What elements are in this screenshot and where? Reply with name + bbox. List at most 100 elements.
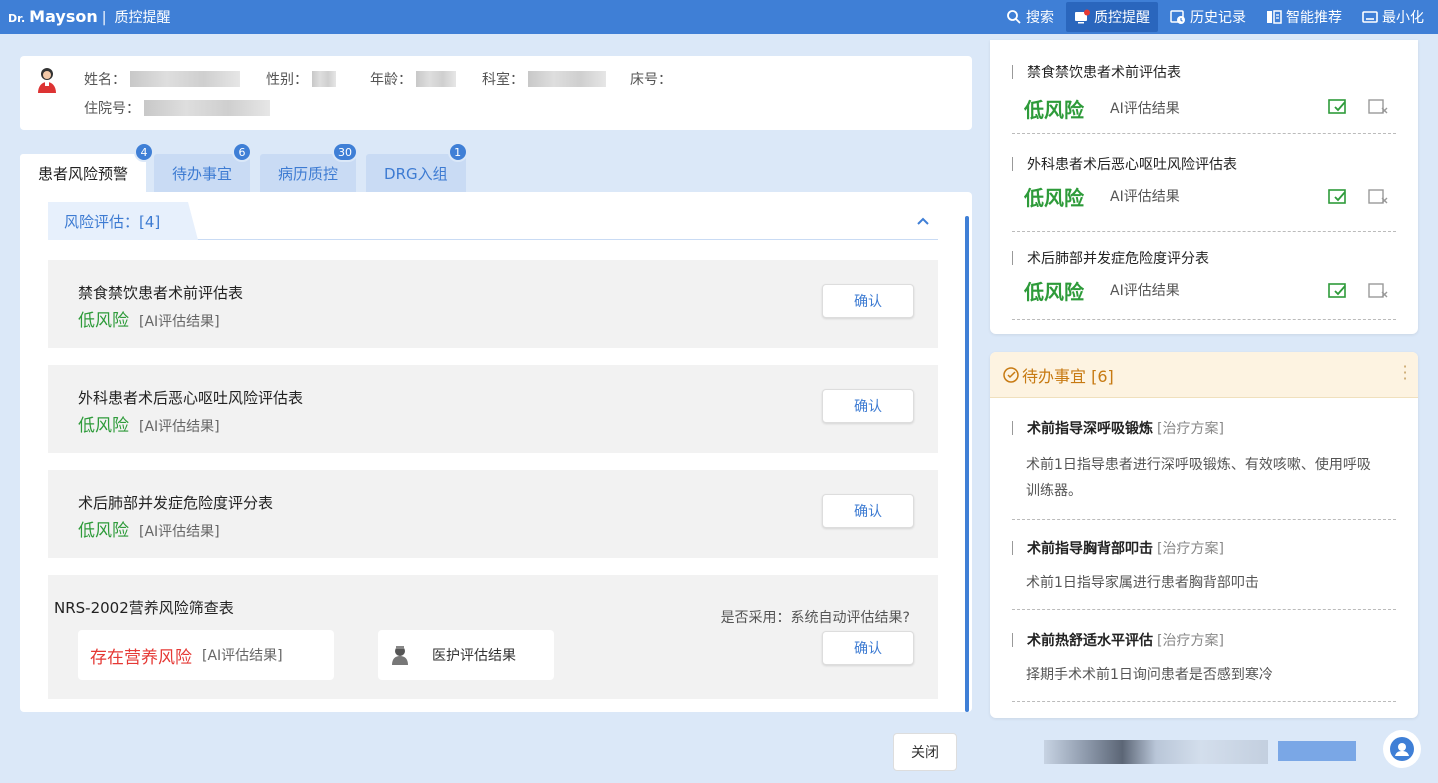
todo-tag: [治疗方案] — [1157, 541, 1224, 557]
todo-description: 术前1日指导家属进行患者胸背部叩击 — [1026, 575, 1259, 591]
reject-close-icon[interactable] — [1368, 98, 1390, 116]
risk-summary-item: 术后肺部并发症危险度评分表 低风险 AI评估结果 — [1012, 248, 1396, 320]
tab-risk-warning-label: 患者风险预警 — [38, 164, 129, 183]
nurse-result-label: 医护评估结果 — [432, 648, 516, 664]
tab-record-qc[interactable]: 病历质控 30 — [260, 142, 359, 192]
risk-summary-title: 外科患者术后恶心呕吐风险评估表 — [1012, 154, 1237, 174]
confirm-button[interactable]: 确认 — [822, 631, 914, 665]
risk-level: 低风险 — [1024, 280, 1084, 304]
tab-drg-label: DRG入组 — [384, 164, 448, 183]
risk-level: 低风险 — [78, 521, 129, 541]
todo-tag: [治疗方案] — [1157, 421, 1224, 437]
todo-item[interactable]: 术前指导胸背部叩击 [治疗方案] 术前1日指导家属进行患者胸背部叩击 — [1012, 538, 1396, 610]
tab-risk-warning[interactable]: 患者风险预警 4 — [20, 142, 155, 192]
brand-name: Mayson — [29, 7, 98, 26]
tab-record-qc-badge: 30 — [332, 142, 359, 162]
tab-drg-badge: 1 — [447, 142, 468, 162]
tab-todo-label: 待办事宜 — [172, 164, 233, 183]
confirm-button[interactable]: 确认 — [822, 494, 914, 528]
scrollbar[interactable] — [965, 216, 969, 712]
risk-level: 低风险 — [1024, 186, 1084, 210]
risk-level: 低风险 — [78, 416, 129, 436]
todo-header: 待办事宜 [6] · · · — [990, 352, 1418, 398]
chevron-up-icon[interactable] — [914, 212, 932, 230]
ai-result-label: AI评估结果 — [1110, 283, 1180, 299]
qc-alert-label: 质控提醒 — [1094, 10, 1150, 26]
risk-summary-item: 禁食禁饮患者术前评估表 低风险 AI评估结果 — [1012, 62, 1396, 134]
assessment-result: 低风险 [AI评估结果] — [78, 306, 220, 331]
ai-result-tag: [AI评估结果] — [202, 648, 283, 664]
brand-title: 质控提醒 — [114, 10, 171, 26]
minimize-button[interactable]: 最小化 — [1354, 2, 1432, 32]
patient-info-card: 姓名： 性别： 年龄： 科室： 床号： 住院号： — [20, 56, 972, 130]
dept-redacted — [528, 71, 606, 87]
confirm-button[interactable]: 确认 — [822, 284, 914, 318]
tab-todo[interactable]: 待办事宜 6 — [154, 142, 253, 192]
tab-record-qc-label: 病历质控 — [278, 164, 339, 183]
user-button[interactable] — [1383, 730, 1421, 768]
more-icon[interactable]: · · · — [1402, 359, 1408, 387]
nrs-question: 是否采用：系统自动评估结果? — [720, 610, 910, 626]
tab-bar: 患者风险预警 4 待办事宜 6 病历质控 30 DRG入组 1 — [20, 142, 476, 192]
search-label: 搜索 — [1026, 10, 1054, 26]
todo-title: 术前指导胸背部叩击 [治疗方案] — [1012, 538, 1224, 558]
qc-alert-button[interactable]: 质控提醒 — [1066, 2, 1158, 32]
reject-close-icon[interactable] — [1368, 188, 1390, 206]
risk-actions — [1328, 282, 1390, 300]
risk-level: 低风险 — [78, 311, 129, 331]
confirm-check-icon[interactable] — [1328, 98, 1350, 116]
confirm-check-icon[interactable] — [1328, 282, 1350, 300]
confirm-check-icon[interactable] — [1328, 188, 1350, 206]
age-label: 年龄： — [370, 72, 412, 88]
confirm-button[interactable]: 确认 — [822, 389, 914, 423]
name-redacted — [130, 71, 240, 87]
redacted-status-2 — [1278, 741, 1356, 761]
tab-risk-warning-badge: 4 — [134, 142, 155, 162]
todo-check-icon — [1003, 366, 1019, 383]
redacted-status — [1044, 740, 1268, 764]
todo-title-text: 术前热舒适水平评估 — [1027, 633, 1153, 649]
todo-item[interactable]: 术前指导深呼吸锻炼 [治疗方案] 术前1日指导患者进行深呼吸锻炼、有效咳嗽、使用呼… — [1012, 418, 1396, 520]
ai-assessment-option[interactable]: 存在营养风险 [AI评估结果] — [78, 630, 334, 680]
patient-avatar-icon — [38, 68, 56, 93]
todo-panel: 待办事宜 [6] · · · 术前指导深呼吸锻炼 [治疗方案] 术前1日指导患者进行深… — [990, 352, 1418, 718]
risk-actions — [1328, 98, 1390, 116]
tab-drg[interactable]: DRG入组 1 — [366, 142, 468, 192]
risk-section-header[interactable]: 风险评估：[4] — [48, 202, 938, 240]
ai-result-tag: [AI评估结果] — [139, 524, 220, 540]
todo-description: 择期手术术前1日询问患者是否感到寒冷 — [1026, 667, 1273, 683]
name-label: 姓名： — [84, 72, 126, 88]
top-bar: Dr. Mayson | 质控提醒 搜索 质控提醒 历史记录 智能推荐 最小化 — [0, 0, 1438, 34]
top-nav: 搜索 质控提醒 历史记录 智能推荐 最小化 — [998, 0, 1432, 34]
risk-level: 低风险 — [1024, 98, 1084, 122]
patient-line-1: 姓名： 性别： 年龄： 科室： 床号： — [84, 69, 672, 89]
recommend-button[interactable]: 智能推荐 — [1258, 2, 1350, 32]
recommend-label: 智能推荐 — [1286, 10, 1342, 26]
bed-label: 床号： — [630, 72, 672, 88]
todo-title-text: 术前指导胸背部叩击 — [1027, 541, 1153, 557]
nrs-card: NRS-2002营养风险筛查表 是否采用：系统自动评估结果? 存在营养风险 [A… — [48, 575, 938, 699]
risk-section-label: 风险评估：[4] — [48, 202, 198, 240]
history-button[interactable]: 历史记录 — [1162, 2, 1254, 32]
nurse-assessment-option[interactable]: 医护评估结果 — [378, 630, 554, 680]
assessment-card: 禁食禁饮患者术前评估表 低风险 [AI评估结果] 确认 — [48, 260, 938, 348]
assessment-title: 禁食禁饮患者术前评估表 — [78, 284, 244, 302]
assessment-card: 外科患者术后恶心呕吐风险评估表 低风险 [AI评估结果] 确认 — [48, 365, 938, 453]
alert-monitor-icon — [1075, 9, 1090, 24]
assessment-result: 低风险 [AI评估结果] — [78, 411, 220, 436]
search-icon — [1007, 10, 1021, 24]
brand-prefix: Dr. — [8, 12, 26, 25]
risk-summary-title: 禁食禁饮患者术前评估表 — [1012, 62, 1181, 82]
ai-result-tag: [AI评估结果] — [139, 419, 220, 435]
assessment-result: 低风险 [AI评估结果] — [78, 516, 220, 541]
risk-actions — [1328, 188, 1390, 206]
patient-line-2: 住院号： — [84, 98, 280, 118]
todo-title-text: 术前指导深呼吸锻炼 — [1027, 421, 1153, 437]
reject-close-icon[interactable] — [1368, 282, 1390, 300]
todo-description: 术前1日指导患者进行深呼吸锻炼、有效咳嗽、使用呼吸训练器。 — [1026, 457, 1371, 499]
gender-label: 性别： — [266, 72, 308, 88]
close-button[interactable]: 关闭 — [893, 733, 957, 771]
search-button[interactable]: 搜索 — [998, 2, 1062, 32]
todo-item[interactable]: 术前热舒适水平评估 [治疗方案] 择期手术术前1日询问患者是否感到寒冷 — [1012, 630, 1396, 702]
history-label: 历史记录 — [1190, 10, 1246, 26]
